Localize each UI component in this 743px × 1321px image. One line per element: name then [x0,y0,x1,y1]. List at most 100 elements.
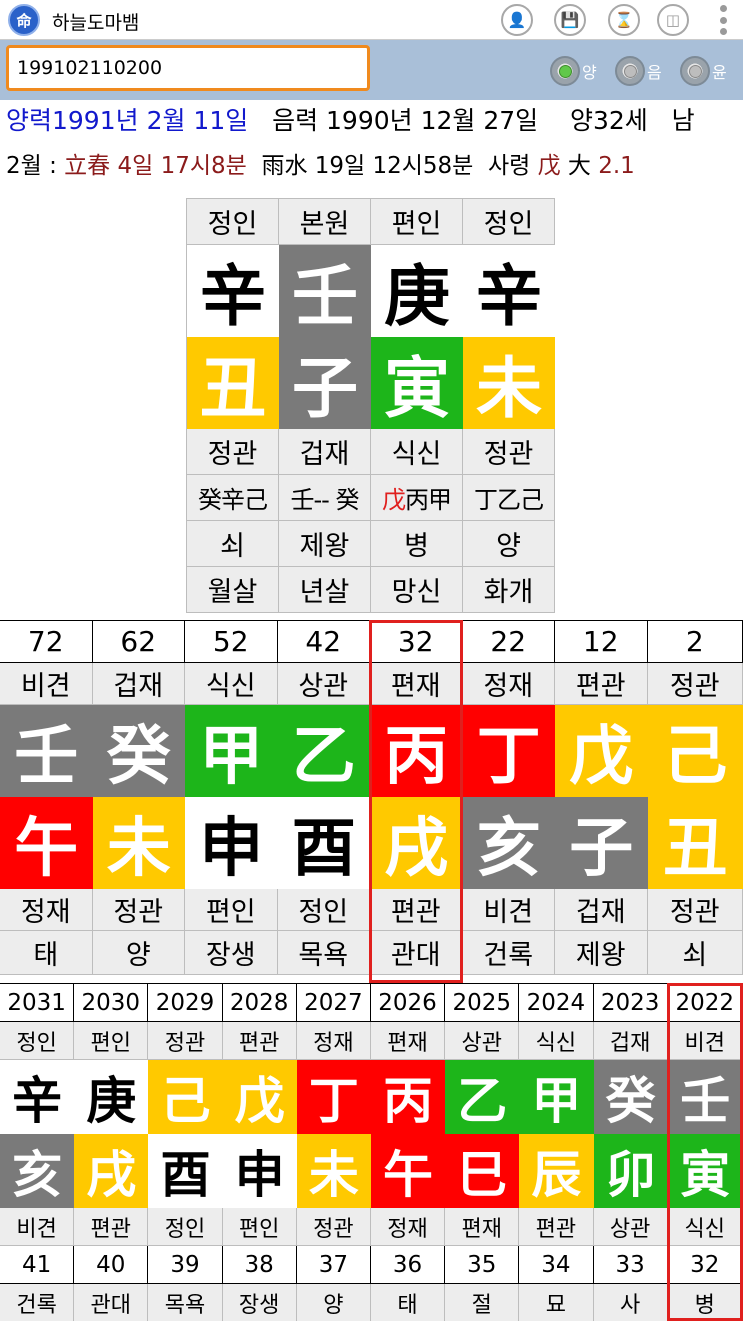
year-number[interactable]: 2031 [0,984,75,1022]
twelve-stage[interactable]: 묘 [519,1284,594,1321]
year-number[interactable]: 2025 [445,984,520,1022]
ten-god-label[interactable]: 정인 [148,1208,223,1246]
earthly-branch[interactable]: 亥 [462,797,555,889]
earthly-branch[interactable]: 巳 [445,1134,520,1208]
ten-god-label[interactable]: 편재 [370,663,463,705]
year-number[interactable]: 2023 [593,984,668,1022]
ten-god-label[interactable]: 편관 [74,1208,149,1246]
ten-god-label[interactable]: 편재 [445,1208,520,1246]
twelve-stage[interactable]: 양 [92,931,185,975]
year-number[interactable]: 2027 [296,984,371,1022]
daeun-age[interactable]: 22 [462,621,555,663]
daeun-age[interactable]: 42 [277,621,370,663]
earthly-branch[interactable]: 未 [296,1134,371,1208]
daeun-age[interactable]: 52 [185,621,278,663]
year-age[interactable]: 36 [370,1246,446,1284]
ten-god-label[interactable]: 편관 [519,1208,594,1246]
year-age[interactable]: 33 [593,1246,668,1284]
heavenly-stem[interactable]: 辛 [0,1060,75,1134]
heavenly-stem[interactable]: 甲 [519,1060,594,1134]
twelve-stage[interactable]: 건록 [0,1284,75,1321]
ten-god-label[interactable]: 편관 [222,1022,297,1060]
twelve-stage[interactable]: 제왕 [555,931,648,975]
heavenly-stem[interactable]: 戊 [222,1060,297,1134]
heavenly-stem[interactable]: 丙 [370,1060,446,1134]
twelve-stage[interactable]: 병 [667,1284,743,1321]
ten-god-label[interactable]: 정인 [0,1022,75,1060]
birth-datetime-input[interactable] [6,45,370,91]
earthly-branch[interactable]: 未 [92,797,185,889]
heavenly-stem[interactable]: 丁 [296,1060,371,1134]
earthly-branch[interactable]: 酉 [148,1134,223,1208]
year-age[interactable]: 35 [445,1246,520,1284]
radio-leap[interactable]: 윤 [680,56,727,86]
earthly-branch[interactable]: 亥 [0,1134,75,1208]
radio-leap-dot[interactable] [680,56,710,86]
heavenly-stem[interactable]: 癸 [593,1060,668,1134]
heavenly-stem[interactable]: 癸 [92,705,185,797]
earthly-branch[interactable]: 辰 [519,1134,594,1208]
ten-god-label[interactable]: 겁재 [555,889,648,931]
add-person-icon[interactable]: 👤 [501,4,533,36]
earthly-branch[interactable]: 卯 [593,1134,668,1208]
twelve-stage[interactable]: 태 [370,1284,446,1321]
twelve-stage[interactable]: 장생 [222,1284,297,1321]
heavenly-stem[interactable]: 丙 [370,705,463,797]
ten-god-label[interactable]: 정관 [647,889,743,931]
earthly-branch[interactable]: 酉 [277,797,370,889]
database-icon[interactable]: ◫ [657,4,689,36]
earthly-branch[interactable]: 戌 [370,797,463,889]
year-number[interactable]: 2026 [370,984,446,1022]
earthly-branch[interactable]: 午 [0,797,93,889]
year-age[interactable]: 38 [222,1246,297,1284]
ten-god-label[interactable]: 식신 [185,663,278,705]
twelve-stage[interactable]: 사 [593,1284,668,1321]
heavenly-stem[interactable]: 乙 [445,1060,520,1134]
earthly-branch[interactable]: 午 [370,1134,446,1208]
ten-god-label[interactable]: 상관 [445,1022,520,1060]
earthly-branch[interactable]: 丑 [647,797,743,889]
heavenly-stem[interactable]: 己 [148,1060,223,1134]
ten-god-label[interactable]: 편인 [74,1022,149,1060]
earthly-branch[interactable]: 申 [222,1134,297,1208]
ten-god-label[interactable]: 편재 [370,1022,446,1060]
year-age[interactable]: 39 [148,1246,223,1284]
ten-god-label[interactable]: 비견 [0,663,93,705]
heavenly-stem[interactable]: 乙 [277,705,370,797]
ten-god-label[interactable]: 정관 [148,1022,223,1060]
twelve-stage[interactable]: 관대 [370,931,463,975]
ten-god-label[interactable]: 상관 [593,1208,668,1246]
earthly-branch[interactable]: 寅 [667,1134,743,1208]
earthly-branch[interactable]: 戌 [74,1134,149,1208]
heavenly-stem[interactable]: 壬 [0,705,93,797]
heavenly-stem[interactable]: 戊 [555,705,648,797]
twelve-stage[interactable]: 태 [0,931,93,975]
radio-solar-dot[interactable] [550,56,580,86]
ten-god-label[interactable]: 비견 [667,1022,743,1060]
hourglass-icon[interactable]: ⌛ [608,4,640,36]
ten-god-label[interactable]: 상관 [277,663,370,705]
heavenly-stem[interactable]: 庚 [74,1060,149,1134]
heavenly-stem[interactable]: 甲 [185,705,278,797]
twelve-stage[interactable]: 목욕 [148,1284,223,1321]
ten-god-label[interactable]: 정재 [0,889,93,931]
year-number[interactable]: 2030 [74,984,149,1022]
heavenly-stem[interactable]: 丁 [462,705,555,797]
ten-god-label[interactable]: 겁재 [593,1022,668,1060]
ten-god-label[interactable]: 비견 [0,1208,75,1246]
radio-lunar-dot[interactable] [615,56,645,86]
ten-god-label[interactable]: 정관 [647,663,743,705]
heavenly-stem[interactable]: 己 [647,705,743,797]
ten-god-label[interactable]: 편인 [185,889,278,931]
year-number[interactable]: 2029 [148,984,223,1022]
year-age[interactable]: 34 [519,1246,594,1284]
more-vert-icon[interactable] [716,5,730,35]
ten-god-label[interactable]: 편관 [555,663,648,705]
ten-god-label[interactable]: 식신 [519,1022,594,1060]
year-age[interactable]: 41 [0,1246,75,1284]
year-number[interactable]: 2024 [519,984,594,1022]
twelve-stage[interactable]: 장생 [185,931,278,975]
radio-solar[interactable]: 양 [550,56,597,86]
ten-god-label[interactable]: 정재 [296,1022,371,1060]
daeun-age[interactable]: 62 [92,621,185,663]
